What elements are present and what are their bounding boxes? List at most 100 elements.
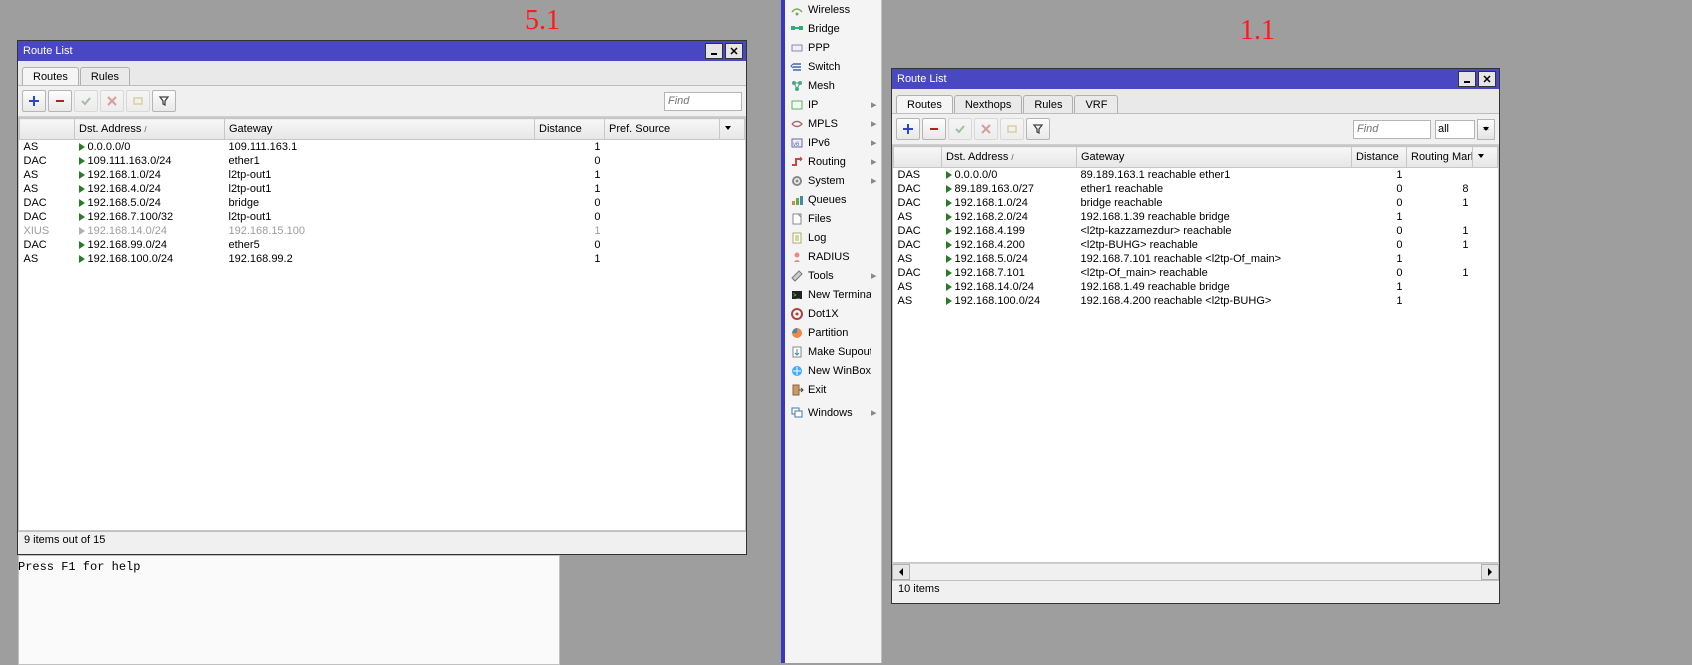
route-table-b: Dst. Address/GatewayDistanceRouting Mark… [893,146,1498,308]
table-row[interactable]: AS192.168.2.0/24192.168.1.39 reachable b… [894,210,1498,224]
column-header[interactable]: Gateway [1077,147,1352,168]
ppp-icon [789,40,805,56]
scroll-right-button[interactable] [1481,564,1499,580]
menu-item-ip[interactable]: IP▸ [785,95,881,114]
tab-vrf[interactable]: VRF [1074,95,1118,113]
table-row[interactable]: DAC192.168.1.0/24bridge reachable01 [894,196,1498,210]
table-row[interactable]: AS192.168.4.0/24l2tp-out11 [20,182,745,196]
menu-item-exit[interactable]: Exit [785,380,881,399]
menu-item-new-terminal[interactable]: >_New Terminal [785,285,881,304]
menu-item-mpls[interactable]: MPLS▸ [785,114,881,133]
route-table-wrap-b[interactable]: Dst. Address/GatewayDistanceRouting Mark… [892,145,1499,563]
table-row[interactable]: DAS0.0.0.0/089.189.163.1 reachable ether… [894,168,1498,183]
scroll-left-button[interactable] [892,564,910,580]
gateway: bridge reachable [1077,196,1352,210]
table-row[interactable]: DAC109.111.163.0/24ether10 [20,154,745,168]
enable-button[interactable] [948,118,972,140]
tab-rules[interactable]: Rules [80,67,130,85]
find-input-a[interactable] [664,92,742,111]
menu-item-bridge[interactable]: Bridge [785,19,881,38]
find-input-b[interactable] [1353,120,1431,139]
table-row[interactable]: AS192.168.100.0/24192.168.99.21 [20,252,745,266]
disable-button[interactable] [100,90,124,112]
comment-button[interactable] [1000,118,1024,140]
table-row[interactable]: XIUS192.168.14.0/24192.168.15.1001 [20,224,745,238]
column-header[interactable]: Pref. Source [605,119,720,140]
remove-button[interactable] [922,118,946,140]
table-row[interactable]: AS0.0.0.0/0109.111.163.11 [20,140,745,155]
table-row[interactable]: DAC192.168.5.0/24bridge0 [20,196,745,210]
tab-nexthops[interactable]: Nexthops [954,95,1022,113]
column-header[interactable]: Routing Mark [1407,147,1473,168]
columns-menu-button[interactable] [1473,147,1498,168]
menu-item-system[interactable]: System▸ [785,171,881,190]
tab-routes[interactable]: Routes [22,67,79,85]
filter-button[interactable] [152,90,176,112]
menu-item-new-winbox[interactable]: New WinBox [785,361,881,380]
table-row[interactable]: DAC192.168.7.100/32l2tp-out10 [20,210,745,224]
menu-item-ipv6[interactable]: v6IPv6▸ [785,133,881,152]
menu-item-switch[interactable]: Switch [785,57,881,76]
filter-dropdown-button[interactable] [1477,119,1495,140]
route-flag: DAC [894,266,942,280]
gateway: <l2tp-kazzamezdur> reachable [1077,224,1352,238]
table-row[interactable]: DAC192.168.4.199<l2tp-kazzamezdur> reach… [894,224,1498,238]
scroll-track[interactable] [910,564,1481,580]
comment-button[interactable] [126,90,150,112]
route-table-wrap-a[interactable]: Dst. Address/GatewayDistancePref. Source… [18,117,746,531]
menu-item-log[interactable]: Log [785,228,881,247]
route-flag: AS [894,280,942,294]
minimize-button[interactable] [705,43,723,59]
minimize-button[interactable] [1458,71,1476,87]
table-row[interactable]: AS192.168.100.0/24192.168.4.200 reachabl… [894,294,1498,308]
menu-item-mesh[interactable]: Mesh [785,76,881,95]
menu-item-wireless[interactable]: Wireless [785,0,881,19]
menu-item-ppp[interactable]: PPP [785,38,881,57]
table-row[interactable]: AS192.168.1.0/24l2tp-out11 [20,168,745,182]
close-button[interactable] [1478,71,1496,87]
column-header[interactable]: Distance [535,119,605,140]
dst-address: 192.168.2.0/24 [942,210,1077,224]
mpls-icon [789,116,805,132]
menu-item-make-supout-rif[interactable]: Make Supout.rif [785,342,881,361]
enable-button[interactable] [74,90,98,112]
table-row[interactable]: DAC192.168.99.0/24ether50 [20,238,745,252]
menu-item-radius[interactable]: RADIUS [785,247,881,266]
tools-icon [789,268,805,284]
table-row[interactable]: DAC192.168.7.101<l2tp-Of_main> reachable… [894,266,1498,280]
menu-item-files[interactable]: Files [785,209,881,228]
route-active-icon [946,255,952,263]
disable-button[interactable] [974,118,998,140]
tab-rules[interactable]: Rules [1023,95,1073,113]
route-active-icon [946,241,952,249]
close-button[interactable] [725,43,743,59]
add-button[interactable] [896,118,920,140]
menu-item-label: PPP [808,42,871,54]
menu-item-label: New WinBox [808,365,871,377]
column-header[interactable]: Distance [1352,147,1407,168]
menu-item-dot1x[interactable]: Dot1X [785,304,881,323]
remove-button[interactable] [48,90,72,112]
menu-item-windows[interactable]: Windows▸ [785,403,881,422]
filter-button[interactable] [1026,118,1050,140]
tab-routes[interactable]: Routes [896,95,953,113]
table-row[interactable]: AS192.168.5.0/24192.168.7.101 reachable … [894,252,1498,266]
menu-item-tools[interactable]: Tools▸ [785,266,881,285]
menu-item-partition[interactable]: Partition [785,323,881,342]
columns-menu-button[interactable] [720,119,745,140]
table-row[interactable]: DAC89.189.163.0/27ether1 reachable08 [894,182,1498,196]
table-row[interactable]: AS192.168.14.0/24192.168.1.49 reachable … [894,280,1498,294]
column-header[interactable] [20,119,75,140]
filter-all-select[interactable]: all [1435,120,1475,139]
column-header[interactable]: Dst. Address/ [75,119,225,140]
column-header[interactable] [894,147,942,168]
menu-item-queues[interactable]: Queues [785,190,881,209]
menu-item-routing[interactable]: Routing▸ [785,152,881,171]
titlebar-b[interactable]: Route List [892,69,1499,89]
add-button[interactable] [22,90,46,112]
column-header[interactable]: Dst. Address/ [942,147,1077,168]
hscrollbar-b[interactable] [892,563,1499,580]
column-header[interactable]: Gateway [225,119,535,140]
table-row[interactable]: DAC192.168.4.200<l2tp-BUHG> reachable01 [894,238,1498,252]
titlebar-a[interactable]: Route List [18,41,746,61]
